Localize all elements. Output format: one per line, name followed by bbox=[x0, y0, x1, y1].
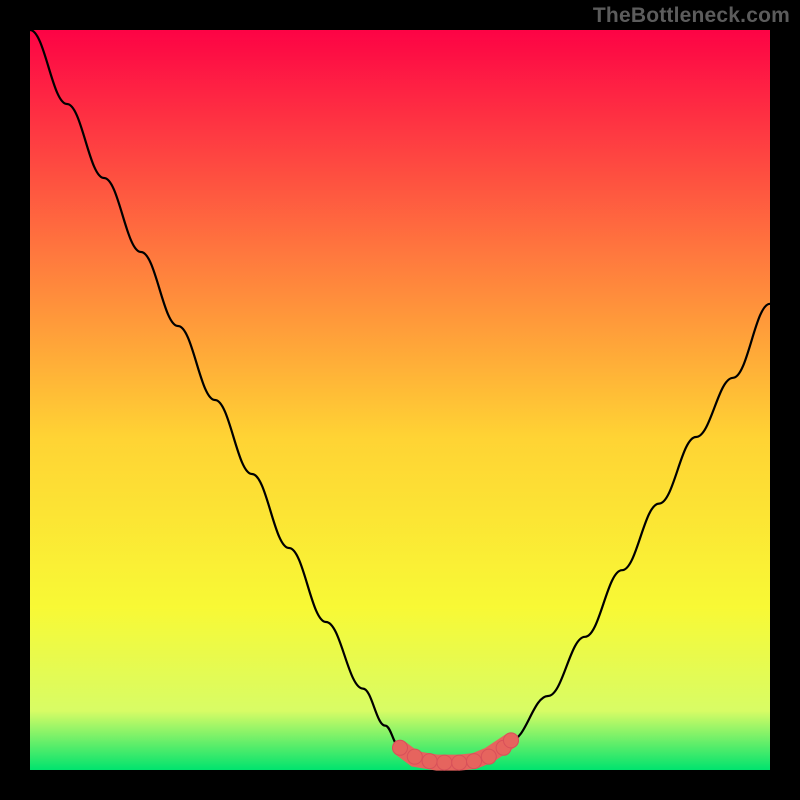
plot-background bbox=[30, 30, 770, 770]
optimal-marker-dot bbox=[422, 754, 437, 769]
optimal-marker-dot bbox=[452, 755, 467, 770]
optimal-marker-dot bbox=[437, 755, 452, 770]
optimal-marker-dot bbox=[393, 740, 408, 755]
optimal-marker-dot bbox=[407, 749, 422, 764]
bottleneck-chart bbox=[0, 0, 800, 800]
optimal-marker-dot bbox=[467, 754, 482, 769]
chart-container: TheBottleneck.com bbox=[0, 0, 800, 800]
watermark-text: TheBottleneck.com bbox=[593, 4, 790, 28]
optimal-marker-dot bbox=[481, 749, 496, 764]
optimal-marker-dot bbox=[504, 733, 519, 748]
